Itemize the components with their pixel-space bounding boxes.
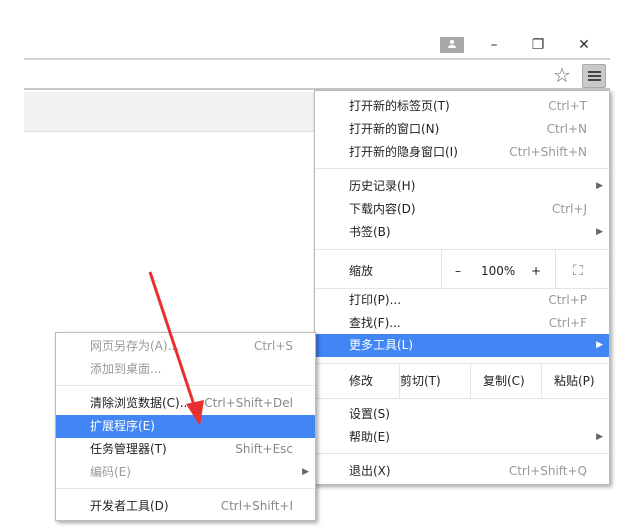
annotation-arrow-icon (148, 271, 204, 426)
